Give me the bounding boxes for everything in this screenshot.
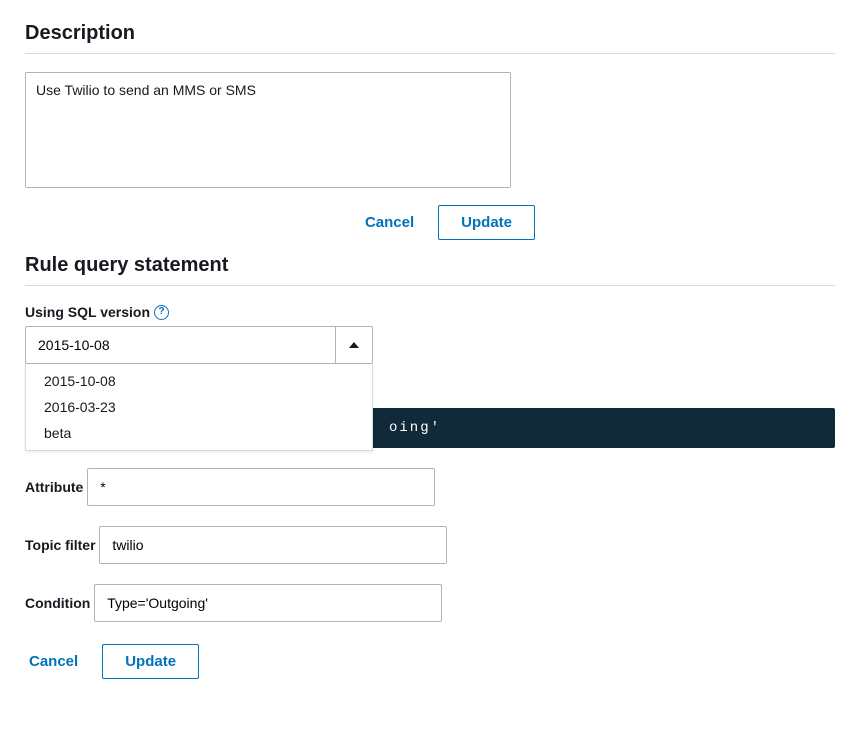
condition-label: Condition: [25, 595, 90, 611]
chevron-up-icon: [349, 342, 359, 348]
description-textarea[interactable]: Use Twilio to send an MMS or SMS: [25, 72, 511, 188]
rule-query-heading: Rule query statement: [25, 254, 835, 277]
rule-actions: Cancel Update: [25, 644, 835, 679]
divider: [25, 53, 835, 54]
dropdown-option[interactable]: 2015-10-08: [26, 368, 372, 394]
sql-version-dropdown[interactable]: 2015-10-08 2016-03-23 beta: [25, 326, 373, 364]
attribute-label: Attribute: [25, 479, 83, 495]
dropdown-menu: 2015-10-08 2016-03-23 beta: [25, 364, 373, 451]
topic-filter-label: Topic filter: [25, 537, 96, 553]
dropdown-toggle[interactable]: [335, 326, 373, 364]
dropdown-option[interactable]: beta: [26, 420, 372, 446]
description-actions: Cancel Update: [25, 205, 535, 240]
sql-version-input[interactable]: [25, 326, 335, 364]
cancel-button[interactable]: Cancel: [25, 647, 82, 676]
sql-version-label: Using SQL version ?: [25, 304, 169, 320]
help-icon[interactable]: ?: [154, 305, 169, 320]
cancel-button[interactable]: Cancel: [361, 208, 418, 237]
sql-version-label-text: Using SQL version: [25, 304, 150, 320]
topic-filter-input[interactable]: [99, 526, 447, 564]
dropdown-option[interactable]: 2016-03-23: [26, 394, 372, 420]
description-heading: Description: [25, 22, 835, 45]
attribute-input[interactable]: [87, 468, 435, 506]
divider: [25, 285, 835, 286]
update-button[interactable]: Update: [102, 644, 199, 679]
condition-input[interactable]: [94, 584, 442, 622]
update-button[interactable]: Update: [438, 205, 535, 240]
